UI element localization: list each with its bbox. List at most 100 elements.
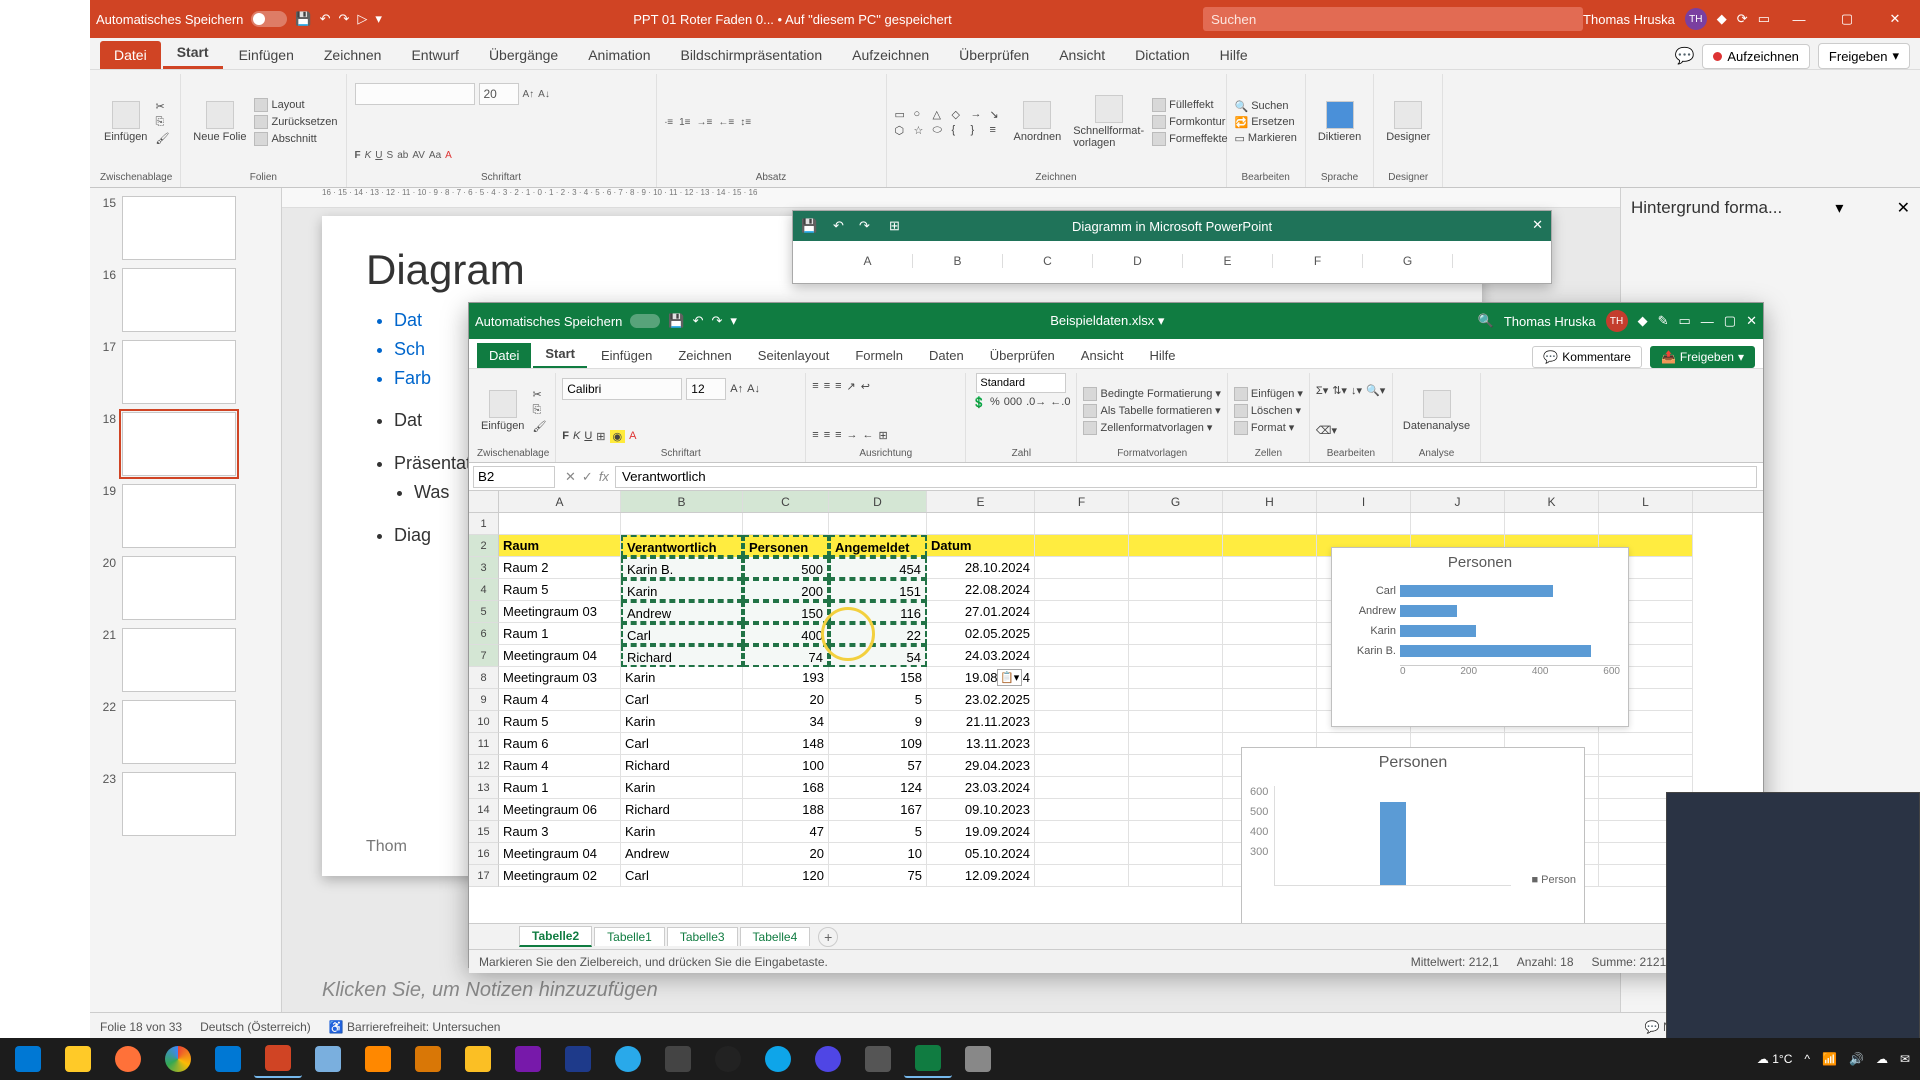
tab-ansicht[interactable]: Ansicht — [1045, 41, 1119, 69]
align-left-icon[interactable]: ≡ — [812, 429, 818, 441]
fill-down-icon[interactable]: ↓▾ — [1351, 384, 1362, 397]
window-mode-icon[interactable]: ▭ — [1758, 11, 1770, 27]
search-input[interactable] — [1203, 7, 1583, 31]
undo-icon[interactable]: ↶ — [320, 11, 331, 27]
diamond-icon[interactable]: ◆ — [1638, 313, 1648, 329]
search-icon[interactable]: 🔍 — [1478, 313, 1494, 329]
designer-button[interactable]: Designer — [1382, 99, 1434, 145]
weather-widget[interactable]: ☁ 1°C — [1757, 1052, 1792, 1066]
numbering-icon[interactable]: 1≡ — [679, 117, 690, 128]
quick-styles-button[interactable]: Schnellformat- vorlagen — [1069, 93, 1148, 151]
font-color-icon[interactable]: A — [445, 150, 452, 161]
dec-inc-icon[interactable]: .0→ — [1026, 396, 1046, 409]
app-icon[interactable] — [804, 1040, 852, 1078]
fx-icon[interactable]: fx — [599, 469, 609, 485]
tab-dictation[interactable]: Dictation — [1121, 41, 1203, 69]
undo-icon[interactable]: ↶ — [833, 218, 844, 234]
tray-chevron-icon[interactable]: ^ — [1804, 1052, 1810, 1066]
dictate-button[interactable]: Diktieren — [1314, 99, 1365, 145]
bullets-icon[interactable]: ∙≡ — [665, 117, 674, 128]
replace-button[interactable]: 🔁Ersetzen — [1235, 116, 1297, 129]
share-button[interactable]: 📤 Freigeben ▾ — [1650, 346, 1755, 368]
maximize-button[interactable]: ▢ — [1828, 0, 1866, 38]
tab-uebergaenge[interactable]: Übergänge — [475, 41, 572, 69]
grid-icon[interactable]: ⊞ — [889, 218, 900, 234]
tab-hilfe[interactable]: Hilfe — [1137, 343, 1187, 368]
autosave-toggle[interactable] — [251, 11, 287, 27]
outdent-icon[interactable]: ←≡ — [718, 117, 734, 128]
excel-icon[interactable] — [904, 1040, 952, 1078]
decrease-font-icon[interactable]: A↓ — [538, 89, 550, 100]
tab-ansicht[interactable]: Ansicht — [1069, 343, 1136, 368]
tab-start[interactable]: Start — [533, 341, 587, 368]
select-button[interactable]: ▭Markieren — [1235, 132, 1297, 145]
font-name-box[interactable] — [562, 378, 682, 400]
comma-icon[interactable]: 000 — [1004, 396, 1022, 409]
spreadsheet-grid[interactable]: A B C D E F G H I J K L 1 2 Raum Verantw… — [469, 491, 1763, 923]
maximize-button[interactable]: ▢ — [1724, 313, 1736, 329]
increase-font-icon[interactable]: A↑ — [523, 89, 535, 100]
record-button[interactable]: Aufzeichnen — [1702, 44, 1810, 69]
char-spacing-icon[interactable]: AV — [412, 150, 425, 161]
app-icon[interactable] — [454, 1040, 502, 1078]
tab-datei[interactable]: Datei — [477, 343, 531, 368]
cut-icon[interactable]: ✂ — [155, 100, 169, 113]
underline-button[interactable]: U — [375, 150, 382, 161]
tab-start[interactable]: Start — [163, 38, 223, 69]
vlc-icon[interactable] — [354, 1040, 402, 1078]
share-button[interactable]: Freigeben ▾ — [1818, 43, 1910, 69]
close-button[interactable]: ✕ — [1746, 313, 1757, 329]
indent-icon[interactable]: →≡ — [697, 117, 713, 128]
borders-icon[interactable]: ⊞ — [596, 430, 605, 443]
start-button[interactable] — [4, 1040, 52, 1078]
undo-icon[interactable]: ↶ — [693, 313, 704, 329]
grow-font-icon[interactable]: A↑ — [730, 383, 743, 395]
font-size-box[interactable] — [479, 83, 519, 105]
italic-button[interactable]: K — [365, 150, 372, 161]
slide-thumbnails[interactable]: 15 16 17 18 19 20 21 22 23 — [90, 188, 282, 1012]
settings-icon[interactable] — [854, 1040, 902, 1078]
powerpoint-icon[interactable] — [254, 1040, 302, 1078]
find-button[interactable]: 🔍Suchen — [1235, 100, 1297, 113]
tab-zeichnen[interactable]: Zeichnen — [310, 41, 396, 69]
onedrive-icon[interactable]: ☁ — [1876, 1052, 1888, 1066]
copy-icon[interactable]: ⎘ — [532, 404, 546, 417]
underline-button[interactable]: U — [584, 430, 592, 442]
volume-icon[interactable]: 🔊 — [1849, 1052, 1864, 1066]
add-sheet-button[interactable]: + — [818, 927, 838, 947]
dec-dec-icon[interactable]: ←.0 — [1050, 396, 1070, 409]
data-analysis-button[interactable]: Datenanalyse — [1399, 388, 1474, 434]
notes-placeholder[interactable]: Klicken Sie, um Notizen hinzuzufügen — [322, 979, 658, 1002]
formula-input[interactable] — [615, 466, 1757, 488]
tab-bildschirm[interactable]: Bildschirmpräsentation — [666, 41, 836, 69]
enter-icon[interactable]: ✓ — [582, 469, 593, 485]
tab-entwurf[interactable]: Entwurf — [397, 41, 472, 69]
strike-button[interactable]: S — [387, 150, 394, 161]
minimize-button[interactable]: — — [1780, 0, 1818, 38]
insert-cells-button[interactable]: Einfügen ▾ — [1234, 387, 1303, 401]
redo-icon[interactable]: ↷ — [712, 313, 723, 329]
sheet-tab-tabelle1[interactable]: Tabelle1 — [594, 927, 665, 946]
shrink-font-icon[interactable]: A↓ — [747, 383, 760, 395]
app-icon[interactable] — [654, 1040, 702, 1078]
redo-icon[interactable]: ↷ — [339, 11, 350, 27]
sort-filter-icon[interactable]: ⇅▾ — [1332, 384, 1347, 397]
arrange-button[interactable]: Anordnen — [1010, 99, 1066, 145]
tab-datei[interactable]: Datei — [100, 41, 161, 69]
paste-options-icon[interactable]: 📋▾ — [997, 669, 1022, 686]
pane-expand-icon[interactable]: ▾ — [1835, 198, 1843, 218]
tab-hilfe[interactable]: Hilfe — [1206, 41, 1262, 69]
cancel-icon[interactable]: ✕ — [565, 469, 576, 485]
shape-outline-button[interactable]: Formkontur — [1152, 115, 1228, 129]
embedded-chart-vbar[interactable]: Personen 600 500 400 300 ■ Person — [1241, 747, 1585, 923]
copy-icon[interactable]: ⎘ — [155, 116, 169, 129]
tab-animation[interactable]: Animation — [574, 41, 664, 69]
painter-icon[interactable]: 🖌 — [532, 420, 546, 433]
line-spacing-icon[interactable]: ↕≡ — [740, 117, 751, 128]
outlook-icon[interactable] — [204, 1040, 252, 1078]
telegram-icon[interactable] — [604, 1040, 652, 1078]
obs-icon[interactable] — [704, 1040, 752, 1078]
layout-button[interactable]: Layout — [254, 98, 337, 112]
autosave-toggle[interactable] — [630, 314, 660, 328]
user-avatar[interactable]: TH — [1685, 8, 1707, 30]
